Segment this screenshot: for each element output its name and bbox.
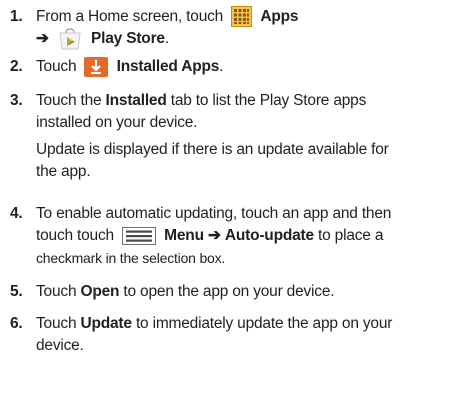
- step-line: ➔ Play Store.: [36, 28, 453, 50]
- apps-grid-icon: [231, 6, 253, 28]
- play-store-icon: [57, 28, 83, 50]
- step-line: From a Home screen, touch Apps: [36, 6, 453, 28]
- step-line: Touch Open to open the app on your devic…: [36, 281, 453, 303]
- step-line: Touch Installed Apps.: [36, 56, 453, 78]
- step-text: to immediately update the app on your: [135, 315, 393, 332]
- auto-update-label: Auto-update: [224, 227, 314, 244]
- step-text: .: [164, 30, 169, 48]
- step-line: checkmark in the selection box.: [36, 250, 226, 266]
- update-label: Update: [80, 315, 132, 332]
- step-text: Touch the: [36, 92, 102, 109]
- download-icon: [84, 56, 109, 77]
- step-body: Touch Open to open the app on your devic…: [36, 281, 453, 303]
- step-body: To enable automatic updating, touch an a…: [36, 203, 453, 269]
- note-line: the app.: [36, 163, 91, 180]
- step-text: .: [219, 58, 224, 75]
- step-text: Touch: [36, 283, 77, 300]
- step-line: Touch the Installed tab to list the Play…: [36, 90, 453, 112]
- step-line: touch touch Menu ➔ Auto-update to place …: [36, 225, 453, 247]
- step-body: Touch the Installed tab to list the Play…: [36, 90, 453, 183]
- menu-icon: [122, 226, 157, 246]
- step-body: From a Home screen, touch Apps ➔ Play St…: [36, 6, 453, 50]
- step-number: 5.: [10, 283, 23, 300]
- step-number: 3.: [10, 92, 23, 109]
- step-number: 4.: [10, 205, 23, 222]
- step-text: to place a: [318, 227, 384, 244]
- step-text: Touch: [36, 58, 77, 75]
- installed-apps-label: Installed Apps: [116, 58, 220, 75]
- step-text: touch touch: [36, 227, 114, 244]
- step-text: to open the app on your device.: [123, 283, 335, 300]
- step-line: Touch Update to immediately update the a…: [36, 313, 453, 335]
- step-line: installed on your device.: [36, 114, 198, 131]
- step-line: To enable automatic updating, touch an a…: [36, 205, 392, 222]
- open-label: Open: [80, 283, 120, 300]
- note-line: Update is displayed if there is an updat…: [36, 141, 389, 158]
- step-body: Touch Update to immediately update the a…: [36, 313, 453, 357]
- step-text: From a Home screen, touch: [36, 8, 224, 25]
- arrow-icon: ➔: [207, 227, 221, 244]
- step-line: device.: [36, 337, 84, 354]
- step-text: Touch: [36, 315, 77, 332]
- installed-tab-label: Installed: [105, 92, 167, 109]
- arrow-icon: ➔: [36, 30, 49, 48]
- apps-label: Apps: [260, 8, 299, 25]
- menu-label: Menu: [164, 227, 204, 244]
- step-body: Touch Installed Apps.: [36, 56, 453, 78]
- step-text: tab to list the Play Store apps: [170, 92, 367, 109]
- step-number: 2.: [10, 58, 23, 75]
- step-number: 6.: [10, 315, 23, 332]
- play-store-label: Play Store: [91, 30, 165, 48]
- step-number: 1.: [10, 8, 23, 25]
